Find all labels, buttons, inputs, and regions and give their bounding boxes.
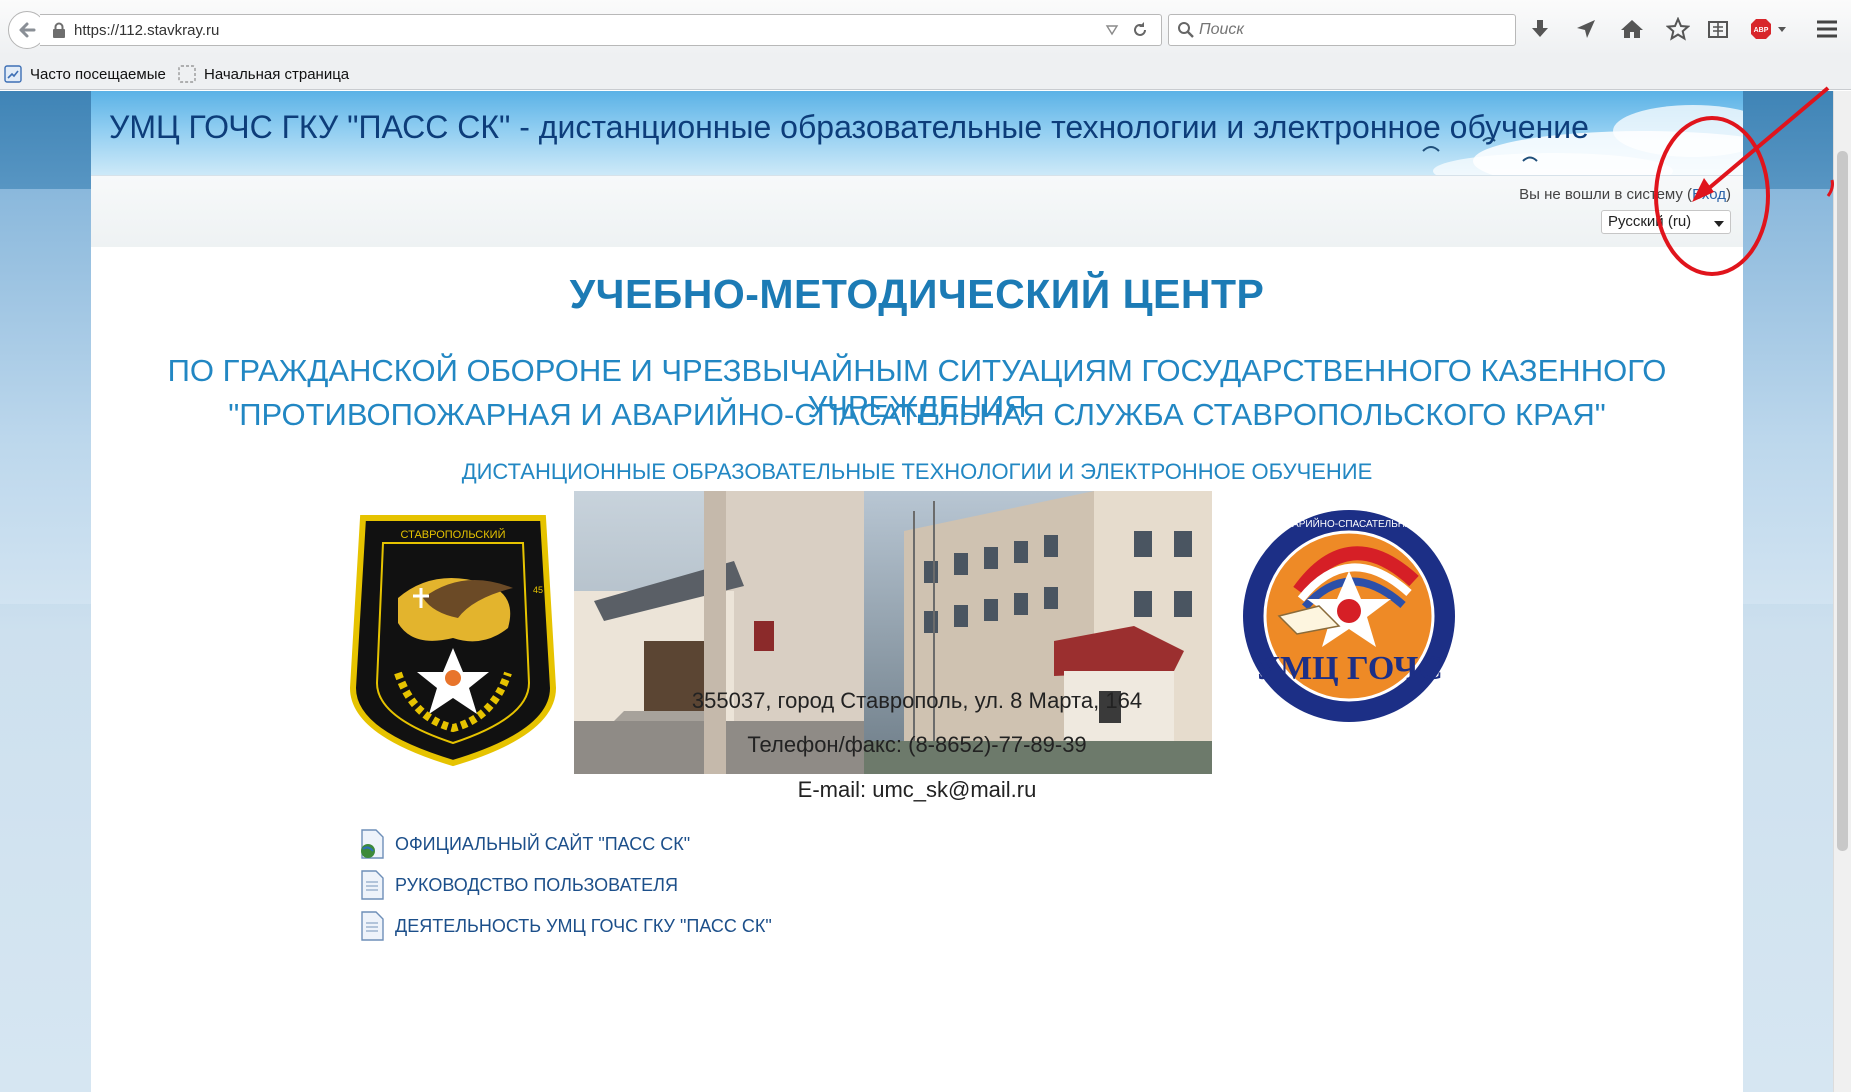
scrollbar-thumb[interactable]: [1837, 151, 1848, 851]
link-activity[interactable]: ДЕЯТЕЛЬНОСТЬ УМЦ ГОЧС ГКУ "ПАСС СК": [359, 911, 772, 941]
url-resource-icon: [361, 829, 384, 859]
search-input[interactable]: [1199, 19, 1499, 41]
lock-icon: [53, 22, 65, 38]
send-icon[interactable]: [1571, 15, 1601, 43]
emblem-left-caption: СТАВРОПОЛЬСКИЙ: [401, 528, 506, 541]
svg-text:ABP: ABP: [1754, 27, 1769, 34]
bookmark-star-icon[interactable]: [1663, 15, 1693, 43]
link-official-site[interactable]: ОФИЦИАЛЬНЫЙ САЙТ "ПАСС СК": [359, 829, 690, 859]
reading-list-icon[interactable]: [1703, 15, 1733, 43]
link-label[interactable]: ДЕЯТЕЛЬНОСТЬ УМЦ ГОЧС ГКУ "ПАСС СК": [395, 916, 772, 937]
emblem-right-ring-text: АВАРИЙНО-СПАСАТЕЛЬНАЯ: [1279, 517, 1419, 530]
emblem-left-number: 45: [533, 585, 543, 595]
main-title: УЧЕБНО-МЕТОДИЧЕСКИЙ ЦЕНТР: [569, 271, 1265, 317]
login-status: Вы не вошли в систему (Вход): [1519, 186, 1731, 203]
link-label[interactable]: РУКОВОДСТВО ПОЛЬЗОВАТЕЛЯ: [395, 875, 678, 896]
bookmark-start-page[interactable]: Начальная страница: [178, 64, 349, 84]
reload-icon[interactable]: [1131, 21, 1149, 39]
page-icon: [178, 65, 196, 83]
login-bar: Вы не вошли в систему (Вход) Русский (ru…: [91, 175, 1743, 247]
bookmarks-toolbar: Часто посещаемые Начальная страница: [0, 56, 1851, 90]
adblock-icon[interactable]: ABP: [1747, 15, 1791, 43]
site-title[interactable]: УМЦ ГОЧС ГКУ "ПАСС СК" - дистанционные о…: [109, 109, 1589, 146]
email-text: E-mail: umc_sk@mail.ru: [797, 777, 1037, 802]
address-text: 355037, город Ставрополь, ул. 8 Марта, 1…: [691, 688, 1143, 713]
bookmark-label: Часто посещаемые: [30, 65, 166, 83]
header-banner: УМЦ ГОЧС ГКУ "ПАСС СК" - дистанционные о…: [91, 91, 1743, 175]
chevron-down-icon: [1714, 221, 1724, 227]
login-status-text: Вы не вошли в систему (: [1519, 186, 1693, 203]
bookmark-most-visited[interactable]: Часто посещаемые: [4, 64, 166, 84]
login-link[interactable]: Вход: [1692, 186, 1726, 203]
login-status-close: ): [1726, 186, 1731, 203]
url-text: https://112.stavkray.ru: [74, 22, 220, 39]
link-label[interactable]: ОФИЦИАЛЬНЫЙ САЙТ "ПАСС СК": [395, 834, 690, 855]
language-value: Русский (ru): [1608, 213, 1692, 230]
phone-text: Телефон/факс: (8-8652)-77-89-39: [747, 732, 1087, 757]
bookmark-label: Начальная страница: [204, 65, 350, 83]
emblem-right-label: УМЦ ГОЧС: [1255, 650, 1443, 687]
pass-sk-emblem: СТАВРОПОЛЬСКИЙ 45: [349, 515, 557, 767]
file-icon: [361, 870, 384, 900]
most-visited-icon: [4, 65, 22, 83]
page-scrollbar[interactable]: [1833, 91, 1851, 1092]
language-select[interactable]: Русский (ru): [1601, 210, 1731, 234]
tagline: ДИСТАНЦИОННЫЕ ОБРАЗОВАТЕЛЬНЫЕ ТЕХНОЛОГИИ…: [461, 459, 1373, 484]
back-arrow-icon: [19, 22, 36, 38]
history-dropdown-icon[interactable]: [1105, 23, 1119, 37]
browser-toolbar: https://112.stavkray.ru ABP: [0, 0, 1851, 56]
page-content: УМЦ ГОЧС ГКУ "ПАСС СК" - дистанционные о…: [91, 91, 1743, 1092]
search-icon: [1178, 22, 1194, 38]
menu-icon[interactable]: [1812, 15, 1842, 43]
search-box[interactable]: [1168, 14, 1516, 46]
subtitle-line-2: "ПРОТИВОПОЖАРНАЯ И АВАРИЙНО-СПАСАТЕЛЬНАЯ…: [228, 397, 1606, 432]
file-icon: [361, 911, 384, 941]
download-icon[interactable]: [1525, 15, 1555, 43]
link-user-guide[interactable]: РУКОВОДСТВО ПОЛЬЗОВАТЕЛЯ: [359, 870, 678, 900]
address-bar[interactable]: https://112.stavkray.ru: [40, 14, 1162, 46]
home-icon[interactable]: [1617, 15, 1647, 43]
